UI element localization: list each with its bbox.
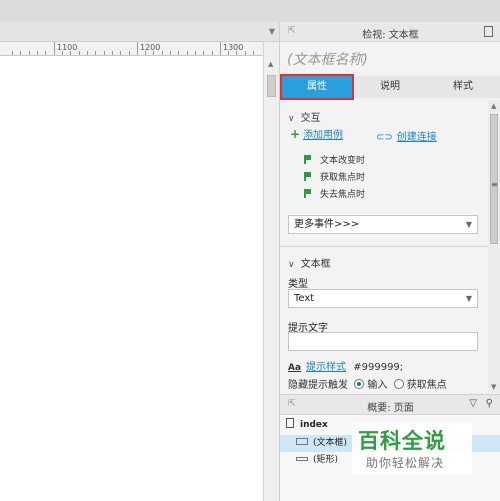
type-dropdown[interactable]: Text ▼ [288,289,478,308]
event-flag-icon [304,172,314,181]
watermark-title: 百科全说 [358,429,446,453]
create-link-row: ⊂⊃ 创建连接 [376,128,437,143]
widget-name-field[interactable]: (文本框名称) [287,49,368,69]
create-link-link[interactable]: 创建连接 [397,132,437,143]
ruler-label: 1100 [57,43,78,52]
canvas-vertical-scrollbar[interactable]: ▲ [263,42,279,501]
filter-icon[interactable]: ▽ [469,398,477,409]
link-icon: ⊂⊃ [376,132,393,143]
textbox-section-header[interactable]: ∨ 文本框 [288,255,331,270]
tree-item-label: index [300,420,328,430]
caret-down-icon: ▼ [465,294,472,303]
section-divider [280,246,488,247]
hide-hint-label: 隐藏提示触发 [288,380,348,391]
more-events-dropdown[interactable]: 更多事件>>> ▼ [288,215,478,234]
search-icon[interactable]: ⚲ [486,398,493,409]
inspector-header: ⇱ 检视: 文本框 [280,22,500,42]
chevron-down-icon: ∨ [288,114,295,124]
hint-style-link[interactable]: 提示样式 [306,362,346,373]
page-icon[interactable] [484,26,493,37]
tab-list-dropdown-icon[interactable]: ▼ [269,27,275,36]
inspector-scrollbar[interactable]: ▲ ≡ ▼ [488,100,500,393]
type-value: Text [294,293,315,304]
radio-focus-option[interactable] [393,379,404,389]
tab-properties[interactable]: 属性 [280,74,354,100]
event-label: 获取焦点时 [320,173,366,183]
scroll-up-icon[interactable]: ▲ [268,60,273,68]
top-toolbar [0,0,500,22]
option-input-label: 输入 [367,380,388,391]
rectangle-icon [296,457,308,461]
tree-item-label: (矩形) [313,455,339,465]
tab-style[interactable]: 样式 [428,76,498,98]
caret-down-icon: ▼ [465,220,472,229]
event-blur[interactable]: 失去焦点时 [304,187,365,200]
hint-text-input[interactable] [288,332,478,351]
event-flag-icon [304,155,314,164]
type-label: 类型 [288,279,308,290]
more-events-label: 更多事件>>> [294,219,360,230]
ruler-major-tick [54,42,55,55]
add-case-row: + 添加用例 [290,126,343,141]
ruler-major-tick [220,42,221,55]
interaction-heading: 交互 [300,113,321,124]
event-focus[interactable]: 获取焦点时 [304,170,365,183]
outline-header: ⇱ 概要: 页面 ▽ ⚲ [280,395,500,415]
design-canvas[interactable] [0,56,263,501]
event-flag-icon [304,189,314,198]
hint-color-value: #999999; [353,362,404,373]
outline-title: 概要: 页面 [367,403,414,414]
event-label: 文本改变时 [320,156,366,166]
canvas-tab-bar: ▼ [0,22,279,42]
ruler-label: 1200 [140,43,161,52]
event-text-changed[interactable]: 文本改变时 [304,153,365,166]
watermark-subtitle: 助你轻松解决 [366,456,445,470]
tree-item-label: (文本框) [313,438,348,448]
textbox-icon [296,438,308,445]
font-style-icon: Aa [288,363,302,373]
hide-hint-row: 隐藏提示触发 输入 获取焦点 [288,376,447,391]
radio-input-option[interactable] [354,379,365,389]
interaction-section-header[interactable]: ∨ 交互 [288,109,321,124]
option-focus-label: 获取焦点 [406,380,447,391]
document-icon [286,418,294,428]
scrollbar-thumb[interactable] [267,75,276,97]
scrollbar-thumb[interactable] [490,114,498,244]
hint-style-row: Aa 提示样式 #999999; [288,358,403,373]
grip-icon: ≡ [491,180,498,189]
horizontal-ruler: 1100 1200 1300 [0,42,263,56]
inspector-title: 检视: 文本框 [362,30,419,41]
textbox-heading: 文本框 [300,259,331,270]
scroll-down-icon[interactable]: ▼ [491,383,496,391]
add-case-link[interactable]: 添加用例 [303,130,343,141]
inspector-panel: ⇱ 检视: 文本框 (文本框名称) 属性 说明 样式 ∨ 交互 + 添加用例 ⊂⊃ 创… [279,22,500,394]
watermark: 百科全说 助你轻松解决 [352,423,472,475]
event-label: 失去焦点时 [320,190,366,200]
scroll-up-icon[interactable]: ▲ [491,102,496,110]
plus-icon: + [290,127,301,141]
chevron-down-icon: ∨ [288,260,295,270]
ruler-label: 1300 [223,43,244,52]
tab-notes[interactable]: 说明 [355,76,425,98]
ruler-major-tick [137,42,138,55]
inspector-tabs: 属性 说明 样式 [280,74,500,100]
